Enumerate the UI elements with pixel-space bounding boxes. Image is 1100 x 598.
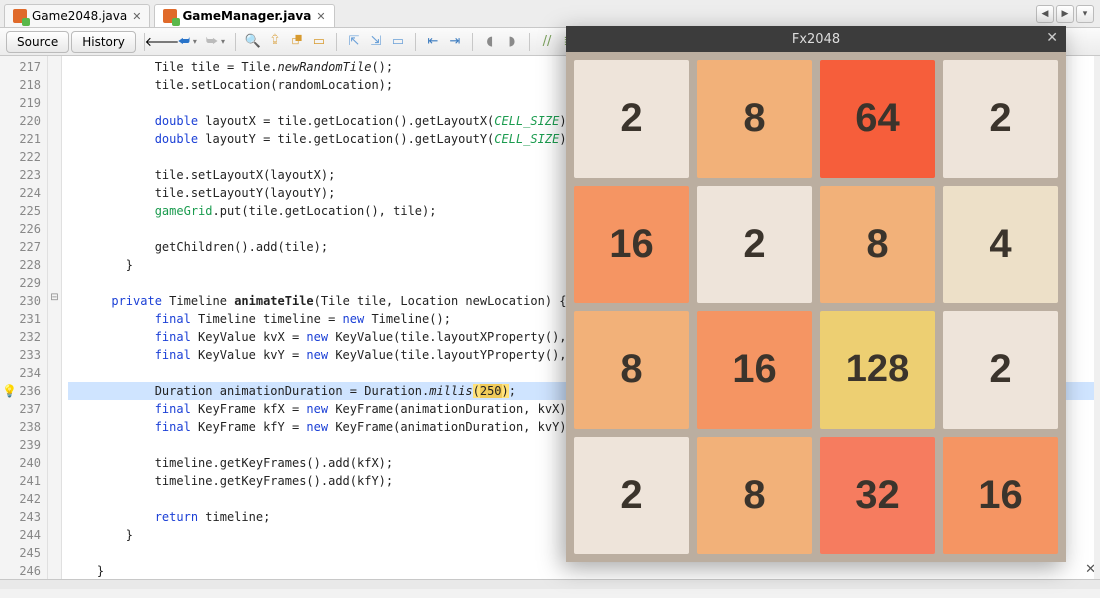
game-tile: 8 [820,186,935,304]
line-number[interactable]: 223 [0,166,41,184]
next-bookmark-icon[interactable]: ⇲ [367,33,385,51]
tab-nav-controls: ◀ ▶ ▾ [1036,0,1100,27]
game-tile: 16 [943,437,1058,555]
tab-next-button[interactable]: ▶ [1056,5,1074,23]
line-gutter[interactable]: 💡 21721821922022122222322422522622722822… [0,56,48,579]
line-number[interactable]: 233 [0,346,41,364]
separator [529,33,530,51]
line-number[interactable]: 224 [0,184,41,202]
game-board[interactable]: 28642162848161282283216 [566,52,1066,562]
separator [235,33,236,51]
game-tile: 2 [943,311,1058,429]
find-next-icon[interactable]: ⮻ [288,33,306,51]
line-number[interactable]: 226 [0,220,41,238]
line-number[interactable]: 222 [0,148,41,166]
game-tile: 8 [697,60,812,178]
game-tile: 8 [574,311,689,429]
line-number[interactable]: 244 [0,526,41,544]
line-number[interactable]: 227 [0,238,41,256]
line-number[interactable]: 228 [0,256,41,274]
game-tile: 8 [697,437,812,555]
game-tile: 2 [574,437,689,555]
line-number[interactable]: 231 [0,310,41,328]
find-prev-icon[interactable]: ⮸ [266,33,284,51]
tab-list-button[interactable]: ▾ [1076,5,1094,23]
macro-stop-icon[interactable]: ◗ [503,33,521,51]
fx2048-window[interactable]: Fx2048 ✕ 28642162848161282283216 [566,26,1066,562]
back-icon[interactable]: ⮨ [175,33,193,51]
fx2048-titlebar[interactable]: Fx2048 ✕ [566,26,1066,52]
java-file-icon [13,9,27,23]
file-tab-game2048[interactable]: Game2048.java ✕ [4,4,150,27]
line-number[interactable]: 218 [0,76,41,94]
toggle-highlight-icon[interactable]: ▭ [310,33,328,51]
line-number[interactable]: 241 [0,472,41,490]
comment-icon[interactable]: // [538,33,556,51]
line-number[interactable]: 217 [0,58,41,76]
line-number[interactable]: 237 [0,400,41,418]
line-number[interactable]: 245 [0,544,41,562]
game-tile: 2 [943,60,1058,178]
line-number[interactable]: 225 [0,202,41,220]
separator [336,33,337,51]
lightbulb-icon[interactable]: 💡 [2,382,17,400]
separator [415,33,416,51]
status-bar [0,579,1100,589]
macro-start-icon[interactable]: ◖ [481,33,499,51]
separator [472,33,473,51]
line-number[interactable]: 219 [0,94,41,112]
toggle-bookmark-icon[interactable]: ▭ [389,33,407,51]
vertical-scrollbar[interactable] [1094,56,1100,579]
line-number[interactable]: 220 [0,112,41,130]
game-tile: 16 [574,186,689,304]
close-icon[interactable]: ✕ [316,10,325,23]
line-number[interactable]: 221 [0,130,41,148]
line-number[interactable]: 242 [0,490,41,508]
line-number[interactable]: 246 [0,562,41,580]
window-title: Fx2048 [792,32,840,47]
line-number[interactable]: 234 [0,364,41,382]
game-tile: 16 [697,311,812,429]
line-number[interactable]: 232 [0,328,41,346]
find-selection-icon[interactable]: 🔍 [244,33,262,51]
line-number[interactable]: 240 [0,454,41,472]
game-tile: 128 [820,311,935,429]
line-number[interactable]: 230 [0,292,41,310]
line-number[interactable]: 239 [0,436,41,454]
file-tab-label: Game2048.java [32,9,127,23]
java-file-icon [163,9,177,23]
forward-icon[interactable]: ⮩ [203,33,221,51]
game-tile: 64 [820,60,935,178]
fold-gutter[interactable]: ⊟ [48,56,62,579]
file-tab-gamemanager[interactable]: GameManager.java ✕ [154,4,334,27]
game-tile: 2 [697,186,812,304]
source-view-button[interactable]: Source [6,31,69,53]
close-icon[interactable]: ✕ [1046,30,1058,46]
line-number[interactable]: 243 [0,508,41,526]
file-tabs-bar: Game2048.java ✕ GameManager.java ✕ ◀ ▶ ▾ [0,0,1100,28]
close-icon[interactable]: ✕ [132,10,141,23]
game-tile: 2 [574,60,689,178]
shift-right-icon[interactable]: ⇥ [446,33,464,51]
game-tile: 32 [820,437,935,555]
line-number[interactable]: 229 [0,274,41,292]
file-tab-label: GameManager.java [182,9,311,23]
game-tile: 4 [943,186,1058,304]
prev-bookmark-icon[interactable]: ⇱ [345,33,363,51]
tab-prev-button[interactable]: ◀ [1036,5,1054,23]
history-view-button[interactable]: History [71,31,136,53]
shift-left-icon[interactable]: ⇤ [424,33,442,51]
last-edit-icon[interactable]: 🡐 [153,33,171,51]
line-number[interactable]: 238 [0,418,41,436]
